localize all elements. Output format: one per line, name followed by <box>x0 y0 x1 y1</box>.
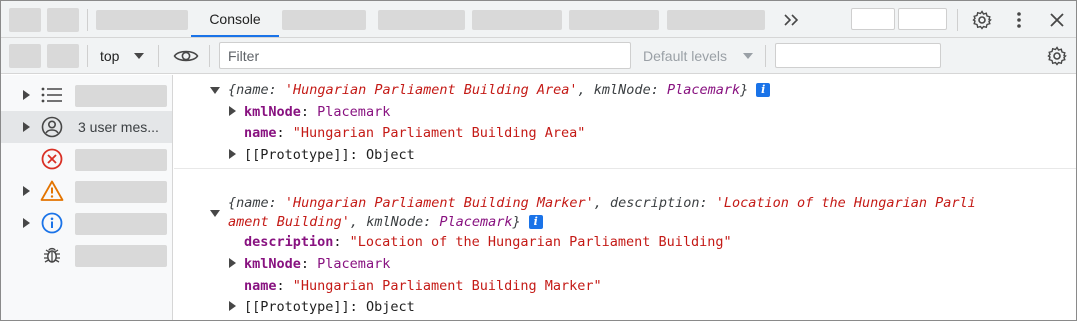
tab-elements[interactable] <box>96 10 188 30</box>
tab-console[interactable]: Console <box>191 1 279 37</box>
sidebar-item-messages[interactable] <box>1 79 172 111</box>
list-icon <box>40 85 64 105</box>
expand-arrow-icon[interactable] <box>229 258 236 268</box>
tab-separator <box>957 9 958 31</box>
expand-arrow-icon[interactable] <box>23 218 30 228</box>
error-circle-icon <box>40 148 64 170</box>
sidebar-item-label <box>75 149 167 171</box>
tab-application[interactable] <box>667 10 765 30</box>
toolbar-separator <box>209 45 210 67</box>
object-summary-continued[interactable]: ament Building', kmlNode: Placemark} i <box>228 212 543 232</box>
expand-arrow-icon[interactable] <box>23 186 30 196</box>
info-badge-icon[interactable]: i <box>528 215 543 229</box>
sidebar-item-verbose[interactable] <box>1 239 172 271</box>
issues-counter[interactable] <box>851 8 895 30</box>
filter-input[interactable] <box>219 42 631 69</box>
tab-sources[interactable] <box>282 10 366 30</box>
chevron-down-icon[interactable] <box>741 50 755 62</box>
message-divider <box>174 168 1076 169</box>
chevron-double-right-icon[interactable] <box>779 9 805 31</box>
tab-memory[interactable] <box>569 10 659 30</box>
property-row: description: "Location of the Hungarian … <box>244 234 732 250</box>
warning-triangle-icon <box>40 180 64 202</box>
sidebar-item-user-messages[interactable]: 3 user mes... <box>1 111 172 143</box>
tab-separator <box>87 9 88 31</box>
object-summary[interactable]: {name: 'Hungarian Parliament Building Ar… <box>228 80 771 100</box>
close-icon[interactable] <box>1046 8 1068 32</box>
chevron-down-icon[interactable] <box>132 50 146 62</box>
sidebar-item-warnings[interactable] <box>1 175 172 207</box>
sidebar-item-label: 3 user mes... <box>78 119 159 135</box>
kebab-menu-icon[interactable] <box>1008 8 1030 32</box>
sidebar-item-errors[interactable] <box>1 143 172 175</box>
info-circle-icon <box>40 212 64 234</box>
console-sidebar: 3 user mes... <box>1 75 173 320</box>
sidebar-toggle-button[interactable] <box>9 44 41 68</box>
tab-performance[interactable] <box>472 10 562 30</box>
clear-console-button[interactable] <box>47 44 79 68</box>
devtools-window: Console top Filter Default levels 3 user… <box>0 0 1077 321</box>
eye-icon[interactable] <box>171 45 201 67</box>
inspect-element-button[interactable] <box>9 8 41 32</box>
gear-icon[interactable] <box>1045 44 1069 68</box>
property-row[interactable]: kmlNode: Placemark <box>244 102 390 122</box>
sidebar-item-info[interactable] <box>1 207 172 239</box>
user-circle-icon <box>40 116 64 138</box>
property-row[interactable]: kmlNode: Placemark <box>244 254 390 274</box>
gear-icon[interactable] <box>970 8 994 32</box>
errors-counter[interactable] <box>898 8 947 30</box>
expand-arrow-icon[interactable] <box>23 90 30 100</box>
sidebar-item-label <box>75 213 167 235</box>
expand-arrow-icon[interactable] <box>23 122 30 132</box>
console-output: {name: 'Hungarian Parliament Building Ar… <box>174 75 1076 320</box>
collapse-arrow-icon[interactable] <box>210 210 220 217</box>
panel-tab-bar: Console <box>1 1 1076 38</box>
property-row: name: "Hungarian Parliament Building Are… <box>244 125 586 141</box>
active-tab-indicator <box>191 35 279 37</box>
toolbar-separator <box>158 45 159 67</box>
issues-link[interactable] <box>775 43 941 68</box>
property-row[interactable]: [[Prototype]]: Object <box>244 297 415 317</box>
info-badge-icon[interactable]: i <box>756 83 771 97</box>
toolbar-separator <box>765 45 766 67</box>
expand-arrow-icon[interactable] <box>229 301 236 311</box>
object-summary[interactable]: {name: 'Hungarian Parliament Building Ma… <box>228 193 976 213</box>
tab-network[interactable] <box>378 10 465 30</box>
console-toolbar: top Default levels <box>1 38 1076 74</box>
bug-icon <box>40 244 64 266</box>
property-row[interactable]: [[Prototype]]: Object <box>244 145 415 165</box>
sidebar-item-label <box>75 245 167 267</box>
sidebar-item-label <box>75 181 167 203</box>
collapse-arrow-icon[interactable] <box>210 87 220 94</box>
expand-arrow-icon[interactable] <box>229 149 236 159</box>
device-toolbar-button[interactable] <box>47 8 79 32</box>
property-row: name: "Hungarian Parliament Building Mar… <box>244 278 602 294</box>
log-levels-dropdown[interactable]: Default levels <box>643 38 727 74</box>
toolbar-separator <box>87 45 88 67</box>
sidebar-item-label <box>75 85 167 107</box>
context-selector[interactable]: top <box>100 38 119 74</box>
expand-arrow-icon[interactable] <box>229 106 236 116</box>
